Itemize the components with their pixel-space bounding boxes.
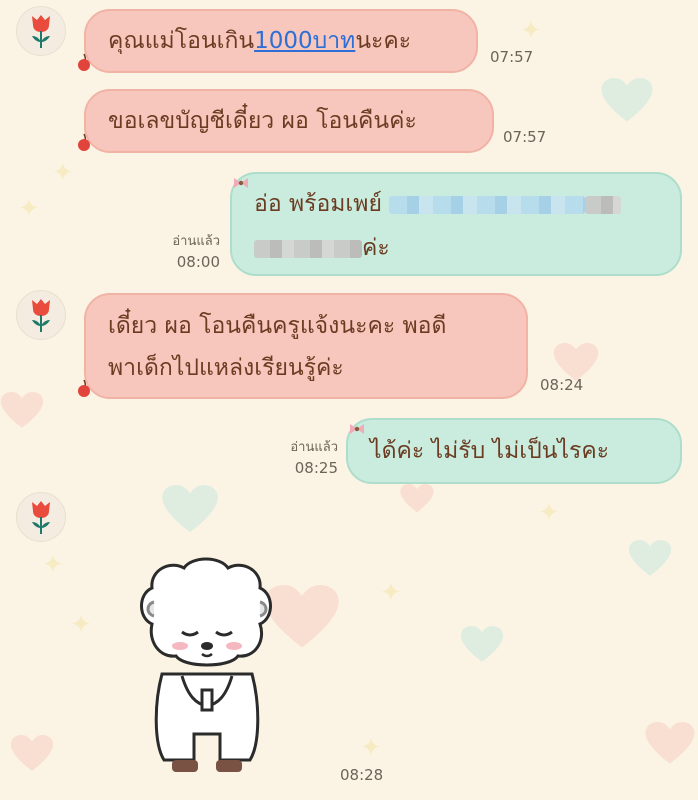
bow-icon bbox=[350, 424, 364, 434]
heart-decoration-icon bbox=[645, 722, 695, 764]
heart-decoration-icon bbox=[162, 485, 218, 533]
star-decoration-icon: ✦ bbox=[520, 16, 542, 46]
timestamp: 08:24 bbox=[540, 376, 584, 394]
star-decoration-icon: ✦ bbox=[42, 550, 64, 580]
read-receipt: อ่านแล้ว 08:00 bbox=[150, 232, 220, 272]
red-tulip-icon bbox=[32, 15, 50, 48]
heart-decoration-icon bbox=[10, 735, 54, 771]
redacted-account-number bbox=[389, 195, 586, 214]
redacted-account-name bbox=[254, 239, 362, 258]
read-label: อ่านแล้ว bbox=[290, 440, 338, 455]
message-text: คุณแม่โอนเกิน bbox=[108, 28, 255, 54]
star-decoration-icon: ✦ bbox=[380, 578, 402, 608]
red-tulip-icon bbox=[32, 299, 50, 332]
message-bubble-incoming[interactable]: ขอเลขบัญชีเดี๋ยว ผอ โอนคืนค่ะ bbox=[84, 89, 494, 153]
heart-decoration-icon bbox=[0, 392, 44, 428]
heart-decoration-icon bbox=[601, 78, 653, 122]
message-text: เดี๋ยว ผอ โอนคืนครูแจ้งนะคะ พอดี bbox=[108, 313, 447, 339]
redacted-account-number bbox=[585, 195, 622, 214]
message-text: อ่อ พร้อมเพย์ bbox=[254, 191, 382, 217]
timestamp: 08:25 bbox=[294, 459, 338, 477]
message-bubble-outgoing[interactable]: อ่อ พร้อมเพย์ ค่ะ bbox=[230, 172, 682, 276]
avatar[interactable] bbox=[16, 492, 66, 542]
red-tulip-icon bbox=[32, 501, 50, 534]
read-receipt: อ่านแล้ว 08:25 bbox=[268, 438, 338, 478]
star-decoration-icon: ✦ bbox=[360, 733, 382, 763]
cherry-icon bbox=[78, 53, 90, 71]
star-decoration-icon: ✦ bbox=[538, 498, 560, 528]
message-bubble-outgoing[interactable]: ได้ค่ะ ไม่รับ ไม่เป็นไรคะ bbox=[346, 418, 682, 484]
read-label: อ่านแล้ว bbox=[172, 234, 220, 249]
star-decoration-icon: ✦ bbox=[70, 610, 92, 640]
timestamp: 07:57 bbox=[503, 128, 547, 146]
heart-decoration-icon bbox=[628, 540, 672, 576]
message-text: พาเด็กไปแหล่งเรียนรู้ค่ะ bbox=[108, 355, 344, 381]
message-text: นะคะ bbox=[355, 28, 412, 54]
message-bubble-incoming[interactable]: เดี๋ยว ผอ โอนคืนครูแจ้งนะคะ พอดี พาเด็กไ… bbox=[84, 293, 528, 399]
avatar[interactable] bbox=[16, 290, 66, 340]
message-link[interactable]: 1000บาท bbox=[254, 28, 355, 54]
message-text: ขอเลขบัญชีเดี๋ยว ผอ โอนคืนค่ะ bbox=[108, 108, 417, 134]
cherry-icon bbox=[78, 379, 90, 397]
bowing-sheep-sticker[interactable] bbox=[132, 554, 282, 776]
cherry-icon bbox=[78, 133, 90, 151]
timestamp: 08:00 bbox=[176, 253, 220, 271]
star-decoration-icon: ✦ bbox=[18, 194, 40, 224]
message-text: ได้ค่ะ ไม่รับ ไม่เป็นไรคะ bbox=[370, 438, 610, 464]
message-bubble-incoming[interactable]: คุณแม่โอนเกิน1000บาทนะคะ bbox=[84, 9, 478, 73]
bow-icon bbox=[234, 178, 248, 188]
star-decoration-icon: ✦ bbox=[52, 158, 74, 188]
avatar[interactable] bbox=[16, 6, 66, 56]
heart-decoration-icon bbox=[400, 484, 434, 513]
heart-decoration-icon bbox=[460, 626, 504, 662]
timestamp: 07:57 bbox=[490, 48, 534, 66]
message-text: ค่ะ bbox=[362, 235, 390, 261]
timestamp: 08:28 bbox=[340, 766, 384, 784]
